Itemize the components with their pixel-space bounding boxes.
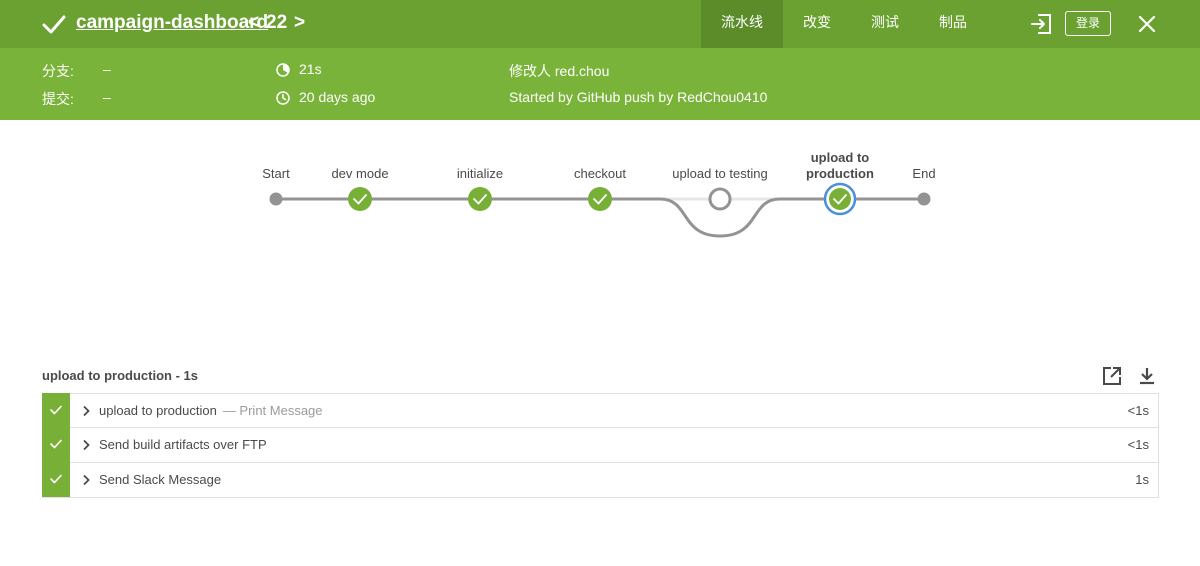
branch-label: 分支:: [42, 63, 74, 79]
login-button[interactable]: 登录: [1065, 11, 1111, 36]
clock-icon: [276, 91, 290, 105]
step-name-text: upload to production: [99, 403, 217, 418]
pipeline-graph: Start dev mode initialize checkout uploa…: [0, 120, 1200, 350]
stage-node-initialize[interactable]: [468, 187, 492, 211]
run-number: 22: [266, 12, 288, 33]
step-row[interactable]: upload to production — Print Message <1s: [42, 393, 1159, 428]
check-icon: [50, 474, 62, 484]
pipeline-graph-svg: [269, 182, 931, 238]
step-row[interactable]: Send build artifacts over FTP <1s: [42, 427, 1159, 463]
run-info-bar: 分支: – 提交: – 21s 20 days ago 修改人 red.chou…: [0, 48, 1200, 120]
start-node: [269, 192, 283, 206]
step-duration: <1s: [1127, 403, 1149, 418]
step-name: Send build artifacts over FTP: [99, 437, 267, 452]
stage-node-upload-to-production[interactable]: [823, 182, 857, 216]
check-icon: [50, 439, 62, 449]
step-duration: 1s: [1135, 472, 1149, 487]
chevron-right-icon[interactable]: [81, 474, 91, 486]
tab-pipeline[interactable]: 流水线: [701, 0, 783, 48]
stage-node-checkout[interactable]: [588, 187, 612, 211]
duration-icon: [276, 63, 290, 77]
previous-run-button[interactable]: <: [248, 12, 259, 34]
trigger-info: Started by GitHub push by RedChou0410: [509, 89, 768, 105]
tab-changes[interactable]: 改变: [783, 0, 851, 48]
time-ago-value: 20 days ago: [299, 89, 376, 105]
tab-artifacts[interactable]: 制品: [919, 0, 987, 48]
next-run-button[interactable]: >: [294, 12, 305, 34]
end-node: [917, 192, 931, 206]
chevron-right-icon[interactable]: [81, 405, 91, 417]
step-success-status: [42, 393, 70, 428]
step-name: upload to production — Print Message: [99, 403, 323, 418]
changed-by: 修改人 red.chou: [509, 63, 610, 79]
step-duration: <1s: [1127, 437, 1149, 452]
stage-node-upload-to-testing[interactable]: [708, 187, 732, 211]
check-icon: [50, 405, 62, 415]
close-icon[interactable]: [1137, 14, 1157, 34]
exit-icon[interactable]: [1030, 13, 1052, 35]
commit-label: 提交:: [42, 91, 74, 107]
step-subtitle: — Print Message: [222, 403, 323, 418]
tab-tests[interactable]: 测试: [851, 0, 919, 48]
check-icon: [42, 15, 66, 34]
popout-icon[interactable]: [1102, 366, 1122, 386]
branch-value: –: [103, 61, 111, 77]
step-name: Send Slack Message: [99, 472, 222, 487]
top-bar: campaign-dashboard < 22 > 流水线 改变 测试 制品 登…: [0, 0, 1200, 48]
step-success-status: [42, 462, 70, 497]
step-row[interactable]: Send Slack Message 1s: [42, 462, 1159, 498]
tab-bar: 流水线 改变 测试 制品: [701, 0, 987, 48]
pipeline-title-link[interactable]: campaign-dashboard: [76, 12, 268, 34]
download-icon[interactable]: [1137, 366, 1157, 386]
step-success-status: [42, 427, 70, 462]
steps-title: upload to production - 1s: [42, 368, 198, 383]
chevron-right-icon[interactable]: [81, 439, 91, 451]
steps-list: upload to production — Print Message <1s …: [42, 393, 1159, 498]
duration-value: 21s: [299, 61, 322, 77]
stage-node-dev-mode[interactable]: [348, 187, 372, 211]
commit-value: –: [103, 89, 111, 105]
